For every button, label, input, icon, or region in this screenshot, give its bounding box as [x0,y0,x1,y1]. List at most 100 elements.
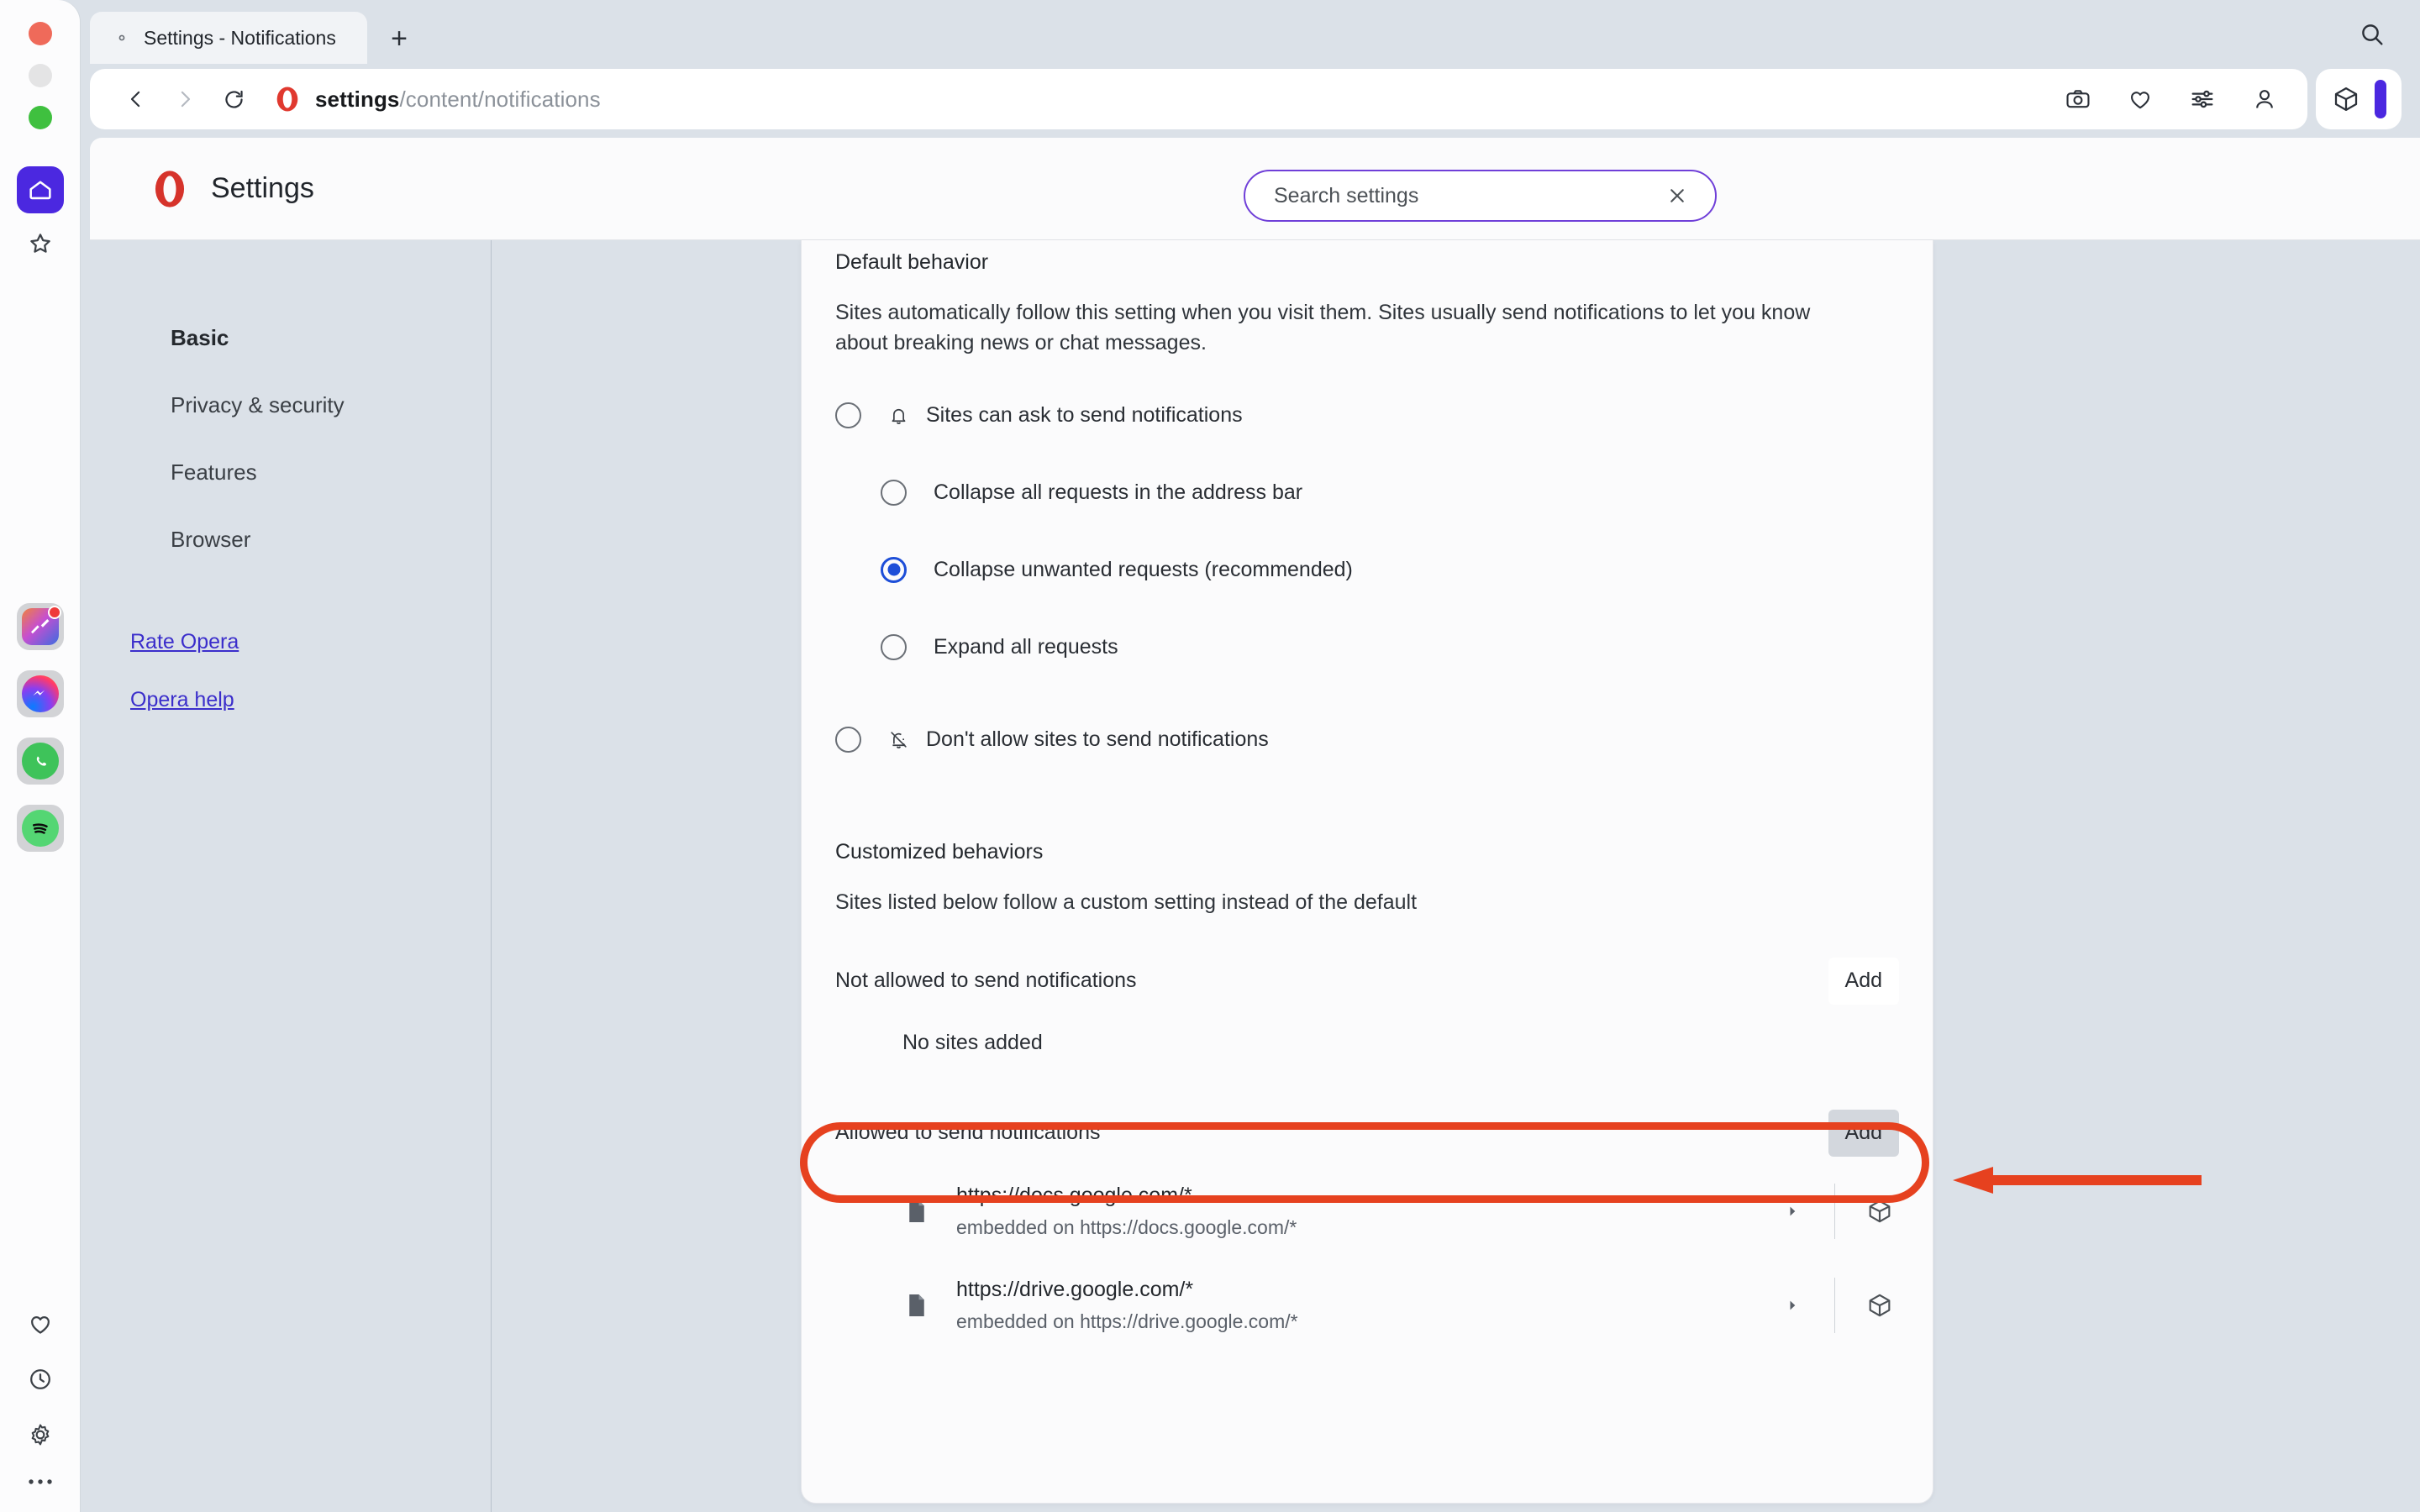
opera-logo-icon [276,87,298,112]
url-text[interactable]: settings/content/notifications [315,87,601,113]
site-embedded-on: embedded on https://docs.google.com/* [956,1215,1297,1238]
blocked-list-label: Not allowed to send notifications [835,969,1137,992]
new-tab-button[interactable]: + [376,15,423,62]
person-icon[interactable] [2250,85,2279,113]
document-icon [902,1293,931,1318]
sidebar-item-whatsapp[interactable] [16,738,64,785]
radio-expand-all-requests[interactable]: Expand all requests [881,623,1899,670]
radio-label: Expand all requests [934,634,1118,659]
radio-sites-can-ask[interactable]: Sites can ask to send notifications [835,391,1899,438]
site-identity-icon[interactable] [273,85,302,113]
chevron-left-icon [130,91,140,108]
gear-icon [112,28,132,48]
default-behavior-title: Default behavior [835,250,989,274]
search-input-value: Search settings [1274,183,1419,207]
sidebar-item-messenger[interactable] [16,670,64,717]
settings-page: Settings Search settings Basic Privacy &… [90,138,2420,1512]
tab-settings-notifications[interactable]: Settings - Notifications [90,12,367,64]
notification-badge [47,606,61,619]
radio-collapse-all-requests[interactable]: Collapse all requests in the address bar [881,469,1899,516]
site-url: https://drive.google.com/* [956,1277,1194,1301]
blocked-list-empty: No sites added [902,1030,1043,1054]
search-input[interactable]: Search settings [1244,170,1717,222]
whatsapp-icon [21,743,59,780]
radio-label: Collapse all requests in the address bar [934,480,1303,504]
opera-help-link[interactable]: Opera help [130,688,491,712]
sidebar-item-privacy-security[interactable]: Privacy & security [90,371,491,438]
notifications-card-inner: Default behavior Sites automatically fol… [802,240,1933,1352]
radio-indicator[interactable] [881,479,907,506]
add-allowed-site-button[interactable]: Add [1828,1109,1899,1157]
sidebar-item-bookmarks[interactable] [17,220,64,267]
rate-opera-link[interactable]: Rate Opera [130,630,491,654]
blocked-list-header: Not allowed to send notifications Add [835,950,1899,1012]
site-permission-button[interactable] [1860,1197,1899,1226]
settings-nav: Basic Privacy & security Features Browse… [90,240,492,1512]
address-bar[interactable]: settings/content/notifications [90,69,2307,129]
expand-site-button[interactable] [1776,1297,1809,1314]
list-item[interactable]: https://docs.google.com/* embedded on ht… [835,1164,1899,1258]
radio-indicator[interactable] [881,633,907,660]
browser-window: Settings - Notifications + settings/cont… [0,0,2420,1512]
history-clock-icon[interactable] [25,1364,55,1394]
list-item[interactable]: https://drive.google.com/* embedded on h… [835,1258,1899,1352]
divider [1834,1277,1835,1333]
more-dots-icon[interactable] [25,1475,55,1488]
sidebar-item-home[interactable] [16,166,64,213]
heart-icon[interactable] [25,1309,55,1339]
chevron-right-icon [1790,1300,1796,1310]
tab-search-button[interactable] [2353,15,2391,54]
settings-nav-links: Rate Opera Opera help [90,630,491,712]
maximize-window-button[interactable] [28,106,52,129]
cube-icon [1869,1294,1891,1316]
camera-icon[interactable] [2064,85,2092,113]
allowed-list-label: Allowed to send notifications [835,1121,1101,1144]
pinboards-icon [21,606,61,645]
reload-button[interactable] [209,75,258,123]
site-embedded-on: embedded on https://drive.google.com/* [956,1310,1298,1332]
radio-indicator[interactable] [881,556,907,583]
allowed-list-header: Allowed to send notifications Add [835,1102,1899,1164]
sub-options-group: Collapse all requests in the address bar… [835,469,1899,670]
search-clear-button[interactable] [1663,181,1691,210]
sidebar-item-basic[interactable]: Basic [90,304,491,371]
forward-button[interactable] [160,75,209,123]
radio-dont-allow-notifications[interactable]: Don't allow sites to send notifications [835,716,1899,763]
url-host: settings [315,86,400,112]
sliders-icon[interactable] [2188,85,2217,113]
radio-label: Don't allow sites to send notifications [926,727,1269,751]
opera-logo-icon [155,170,185,207]
reload-icon [224,90,243,108]
settings-content: Default behavior Sites automatically fol… [492,240,2420,1512]
site-permission-button[interactable] [1860,1291,1899,1320]
document-icon [902,1199,931,1224]
search-settings-wrap: Search settings [1244,170,1717,222]
expand-site-button[interactable] [1776,1203,1809,1220]
radio-indicator[interactable] [835,402,861,428]
list-item-text: https://docs.google.com/* embedded on ht… [956,1184,1776,1239]
cube-icon[interactable] [2331,84,2361,114]
back-button[interactable] [112,75,160,123]
radio-indicator[interactable] [835,726,861,753]
radio-collapse-unwanted-requests[interactable]: Collapse unwanted requests (recommended) [881,546,1899,593]
site-url: https://docs.google.com/* [956,1183,1192,1207]
spotify-waves-icon [32,823,48,834]
tab-title: Settings - Notifications [144,26,336,49]
add-blocked-site-button[interactable]: Add [1828,957,1899,1005]
chevron-right-icon [1790,1206,1796,1215]
extensions-box [2316,69,2402,129]
minimize-window-button[interactable] [28,64,52,87]
gear-icon[interactable] [25,1420,55,1450]
settings-body: Basic Privacy & security Features Browse… [90,240,2420,1512]
extension-indicator[interactable] [2375,80,2386,118]
sidebar-item-features[interactable]: Features [90,438,491,506]
address-bar-row: settings/content/notifications [90,66,2402,133]
address-bar-actions [2064,85,2284,113]
sidebar-item-spotify[interactable] [16,805,64,852]
close-window-button[interactable] [28,22,52,45]
messenger-bolt-icon [32,690,45,696]
sidebar-item-browser[interactable]: Browser [90,506,491,573]
heart-icon[interactable] [2126,85,2154,113]
sidebar-item-pinboards[interactable] [16,603,64,650]
